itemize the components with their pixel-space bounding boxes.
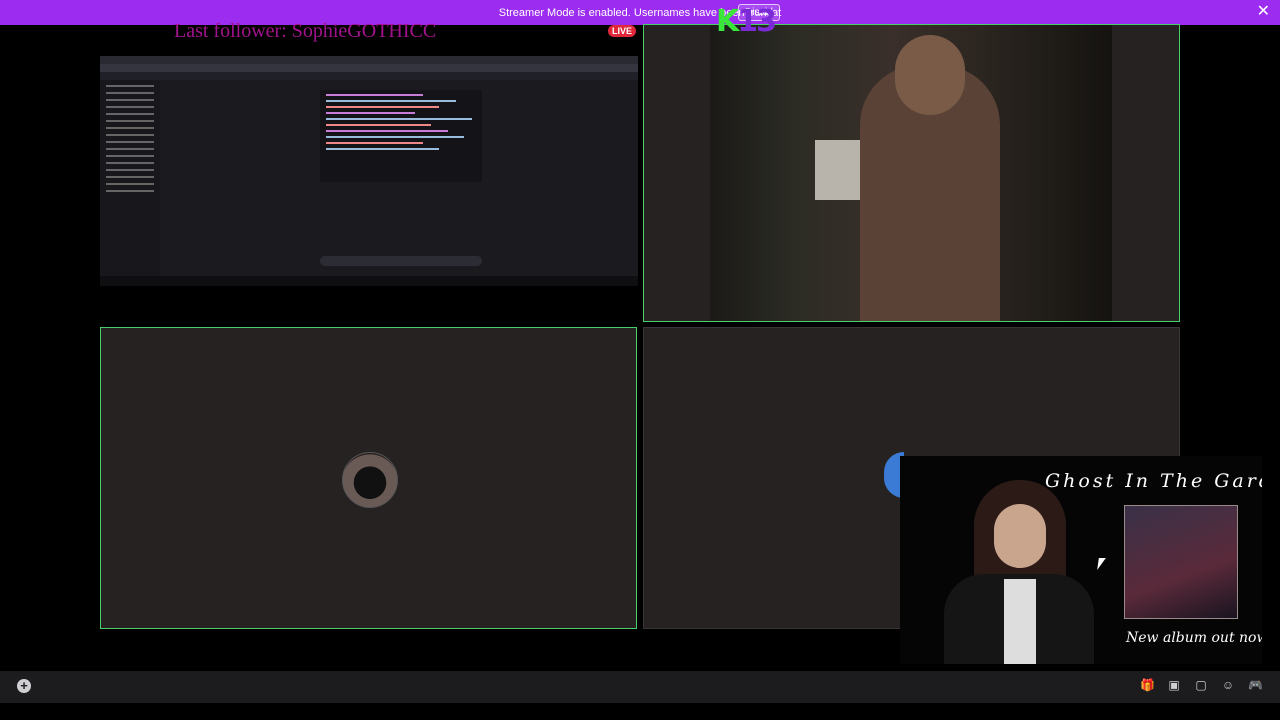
k13-logo: K13 — [716, 4, 777, 39]
screenshot-code-block — [320, 90, 482, 182]
sticker-icon[interactable]: ▢ — [1194, 678, 1208, 692]
screenshot-bookmarks-bar — [100, 72, 638, 80]
webcam-tile[interactable] — [643, 24, 1180, 322]
screenshot-taskbar — [100, 276, 638, 286]
streamer-head — [895, 35, 965, 115]
live-badge: LIVE — [608, 25, 637, 37]
album-title: Ghost In The Garden — [1045, 470, 1262, 492]
screenshot-address-bar — [100, 64, 638, 72]
last-follower-text: Last follower: SophieGOTHICC — [174, 20, 437, 42]
album-ad-overlay: Ghost In The Garden New album out now — [900, 456, 1262, 664]
album-subtitle: New album out now — [1126, 630, 1262, 646]
close-icon[interactable]: ✕ — [1257, 3, 1270, 21]
album-artist-photo — [934, 474, 1104, 664]
activity-icon[interactable]: 🎮 — [1248, 678, 1263, 692]
logo-number: 13 — [737, 4, 777, 39]
screenshot-message-input — [320, 256, 482, 266]
emoji-icon[interactable]: ☺ — [1221, 678, 1235, 692]
album-cover-art — [1124, 505, 1238, 619]
gif-icon[interactable]: ▣ — [1167, 678, 1181, 692]
logo-k: K — [716, 4, 739, 39]
add-icon[interactable]: + — [17, 679, 31, 693]
screenshot-sidebar — [100, 80, 160, 276]
gift-icon[interactable]: 🎁 — [1140, 678, 1155, 692]
screenshot-tab-strip — [100, 56, 638, 64]
screen-share-tile[interactable] — [100, 56, 638, 286]
bottom-bar: + 🎁 ▣ ▢ ☺ 🎮 — [0, 671, 1280, 703]
participant-avatar — [342, 452, 398, 508]
webcam-video — [710, 25, 1112, 321]
